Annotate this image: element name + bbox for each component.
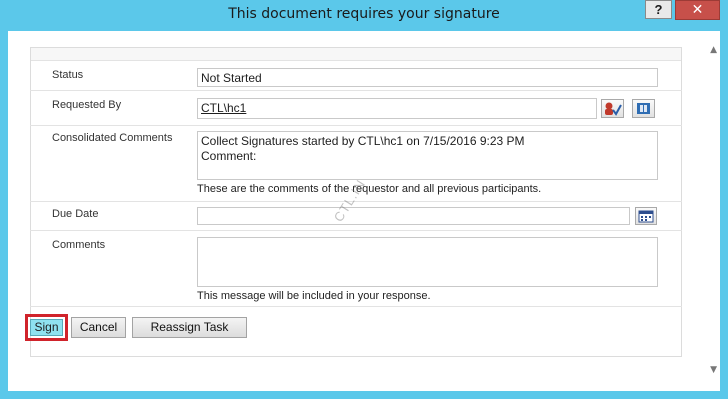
status-field: Not Started — [197, 68, 658, 87]
comments-label: Comments — [52, 239, 106, 251]
reassign-task-button[interactable]: Reassign Task — [132, 317, 247, 338]
due-date-input[interactable] — [197, 207, 630, 225]
requested-by-label: Requested By — [52, 99, 122, 111]
consolidated-comments-label: Consolidated Comments — [52, 132, 173, 144]
window-title: This document requires your signature — [228, 6, 500, 22]
address-book-icon — [637, 103, 650, 114]
scroll-down-icon[interactable]: ▼ — [710, 365, 717, 375]
requested-by-field[interactable]: CTL\hc1 — [197, 98, 597, 119]
title-bar[interactable]: This document requires your signature ? … — [0, 0, 728, 31]
sign-button[interactable]: Sign — [30, 319, 63, 336]
consolidated-comments-hint: These are the comments of the requestor … — [197, 183, 542, 195]
cancel-button[interactable]: Cancel — [71, 317, 126, 338]
consolidated-comments-line2: Comment: — [201, 149, 257, 163]
check-names-button[interactable] — [601, 99, 624, 118]
check-names-icon — [605, 102, 622, 116]
close-button[interactable]: ✕ — [675, 0, 720, 20]
date-picker-button[interactable] — [635, 207, 657, 225]
scroll-up-icon[interactable]: ▲ — [710, 45, 717, 55]
calendar-icon — [638, 210, 654, 223]
consolidated-comments-box: Collect Signatures started by CTL\hc1 on… — [197, 131, 658, 180]
due-date-label: Due Date — [52, 208, 99, 220]
dialog-body: ▲ ▼ Status Not Started Requested By CTL\… — [8, 31, 720, 391]
status-label: Status — [52, 69, 84, 81]
consolidated-comments-line1: Collect Signatures started by CTL\hc1 on… — [201, 134, 525, 148]
sign-highlight-box: Sign — [25, 314, 68, 341]
comments-textarea[interactable] — [197, 237, 658, 287]
comments-hint: This message will be included in your re… — [197, 290, 431, 302]
help-button[interactable]: ? — [645, 0, 672, 19]
browse-button[interactable] — [632, 99, 655, 118]
